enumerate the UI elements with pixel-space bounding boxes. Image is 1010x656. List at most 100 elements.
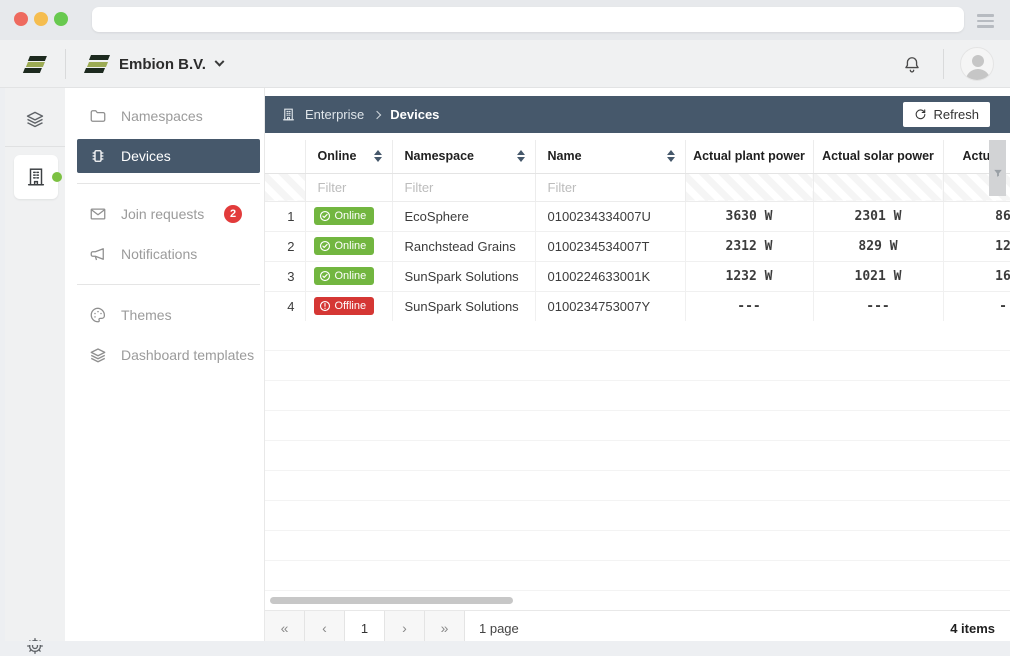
clipped-cell: - <box>943 291 1010 321</box>
clipped-cell: 12 <box>943 231 1010 261</box>
layers-icon <box>25 109 45 129</box>
building-icon <box>25 166 47 188</box>
row-index: 2 <box>265 231 305 261</box>
close-window-button[interactable] <box>14 12 28 26</box>
join-requests-badge: 2 <box>224 205 242 223</box>
previous-page-button[interactable]: ‹ <box>305 611 345 645</box>
status-cell: Online <box>305 231 392 261</box>
solar-power-cell: 829 W <box>813 231 943 261</box>
next-page-button[interactable]: › <box>385 611 425 645</box>
url-input[interactable] <box>92 7 964 32</box>
bell-icon <box>902 54 922 74</box>
active-status-dot <box>52 172 62 182</box>
solar-power-cell: --- <box>813 291 943 321</box>
namespace-cell: EcoSphere <box>392 201 535 231</box>
table-filter-row <box>265 173 1010 201</box>
sidebar-item-label: Join requests <box>121 206 204 222</box>
column-header-namespace[interactable]: Namespace <box>392 140 535 173</box>
solar-power-cell: 2301 W <box>813 201 943 231</box>
sidebar-item-label: Themes <box>121 307 172 323</box>
user-menu[interactable] <box>944 47 1010 81</box>
window-controls <box>14 12 68 26</box>
table-row[interactable]: 1 Online EcoSphere 0100234334007U 3630 W… <box>265 201 1010 231</box>
namespace-cell: Ranchstead Grains <box>392 231 535 261</box>
building-icon <box>281 107 296 122</box>
rail-item-enterprise[interactable] <box>14 155 58 199</box>
rail-item-templates[interactable] <box>5 109 65 129</box>
sort-icon[interactable] <box>374 150 382 162</box>
sidebar-item-notifications[interactable]: Notifications <box>65 234 264 274</box>
status-cell: Online <box>305 201 392 231</box>
header-divider <box>65 49 66 79</box>
first-page-button[interactable]: « <box>265 611 305 645</box>
refresh-button[interactable]: Refresh <box>903 102 990 127</box>
plant-power-cell: 3630 W <box>685 201 813 231</box>
sidebar-item-devices[interactable]: Devices <box>77 139 260 173</box>
namespace-cell: SunSpark Solutions <box>392 291 535 321</box>
plant-power-cell: 2312 W <box>685 231 813 261</box>
embion-logo-icon <box>24 56 46 73</box>
status-badge: Online <box>314 267 375 285</box>
column-header-online[interactable]: Online <box>305 140 392 173</box>
status-badge: Online <box>314 207 375 225</box>
app-header: Embion B.V. <box>0 40 1010 88</box>
row-index: 1 <box>265 201 305 231</box>
namespace-filter-input[interactable] <box>393 174 535 201</box>
sidebar-item-label: Notifications <box>121 246 197 262</box>
status-cell: Offline <box>305 291 392 321</box>
row-index: 4 <box>265 291 305 321</box>
embion-logo-icon <box>85 55 109 73</box>
column-header-name[interactable]: Name <box>535 140 685 173</box>
sidebar-divider <box>77 183 260 184</box>
refresh-icon <box>914 108 927 121</box>
sidebar-item-dashboard-templates[interactable]: Dashboard templates <box>65 335 264 375</box>
maximize-window-button[interactable] <box>54 12 68 26</box>
column-header-solar-power: Actual solar power <box>813 140 943 173</box>
sort-icon[interactable] <box>667 150 675 162</box>
app-window: Embion B.V. <box>0 40 1010 645</box>
horizontal-scrollbar-thumb[interactable] <box>270 597 513 604</box>
sidebar-item-join-requests[interactable]: Join requests 2 <box>65 194 264 234</box>
page-count-label: 1 page <box>479 611 519 645</box>
gear-icon <box>25 636 45 656</box>
current-page-button[interactable]: 1 <box>345 611 385 645</box>
rail-item-settings[interactable] <box>5 636 65 656</box>
index-column-header <box>265 140 305 173</box>
status-badge: Online <box>314 237 375 255</box>
table-row[interactable]: 2 Online Ranchstead Grains 0100234534007… <box>265 231 1010 261</box>
sidebar-item-themes[interactable]: Themes <box>65 295 264 335</box>
exclamation-circle-icon <box>319 300 331 312</box>
clipped-cell: 86 <box>943 201 1010 231</box>
sidebar-item-namespaces[interactable]: Namespaces <box>65 96 264 136</box>
name-cell: 0100224633001K <box>535 261 685 291</box>
namespace-cell: SunSpark Solutions <box>392 261 535 291</box>
breadcrumb-root[interactable]: Enterprise <box>305 107 364 122</box>
folder-icon <box>89 107 107 125</box>
check-circle-icon <box>319 240 331 252</box>
chip-icon <box>89 147 107 165</box>
sort-icon[interactable] <box>517 150 525 162</box>
status-badge: Offline <box>314 297 375 315</box>
breadcrumb-bar: Enterprise Devices Refresh <box>265 96 1010 133</box>
palette-icon <box>89 306 107 324</box>
table-header-row: Online Namespace Name Actual plant power… <box>265 140 1010 173</box>
table-row[interactable]: 3 Online SunSpark Solutions 010022463300… <box>265 261 1010 291</box>
main-content: Enterprise Devices Refresh Online Namesp… <box>265 88 1010 645</box>
horizontal-scrollbar <box>265 596 1010 606</box>
table-row[interactable]: 4 Offline SunSpark Solutions 01002347530… <box>265 291 1010 321</box>
last-page-button[interactable]: » <box>425 611 465 645</box>
row-index: 3 <box>265 261 305 291</box>
org-switcher[interactable]: Embion B.V. <box>85 40 223 88</box>
funnel-icon <box>993 168 1003 178</box>
org-name: Embion B.V. <box>119 56 206 73</box>
browser-menu-icon[interactable] <box>977 14 994 28</box>
notifications-button[interactable] <box>881 54 943 74</box>
name-filter-input[interactable] <box>536 174 685 201</box>
minimize-window-button[interactable] <box>34 12 48 26</box>
filter-cell-online <box>305 173 392 201</box>
online-filter-input[interactable] <box>306 174 392 201</box>
plant-power-cell: 1232 W <box>685 261 813 291</box>
column-header-plant-power: Actual plant power <box>685 140 813 173</box>
filter-cell-name <box>535 173 685 201</box>
column-filter-strip[interactable] <box>989 140 1006 196</box>
